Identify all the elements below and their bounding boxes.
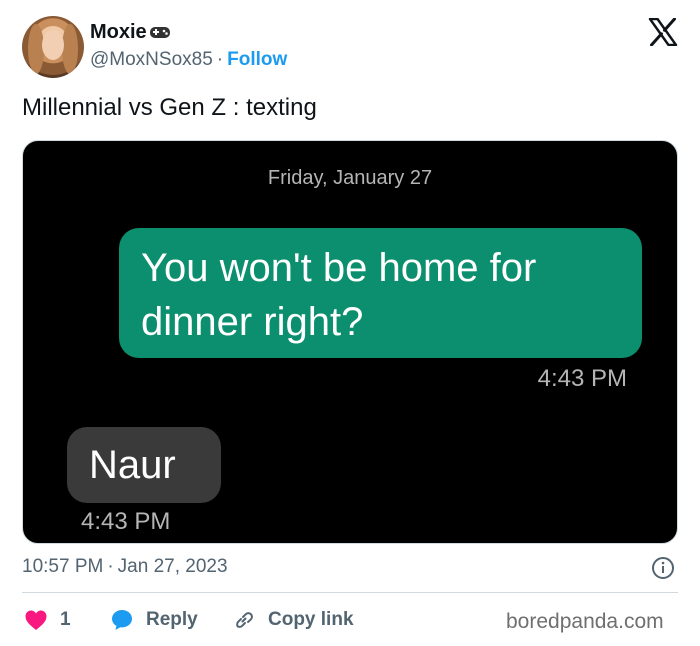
reply-label: Reply xyxy=(146,609,198,630)
like-button[interactable]: 1 xyxy=(24,607,71,633)
author-name[interactable]: Moxie xyxy=(90,21,147,43)
message-date-header: Friday, January 27 xyxy=(267,167,433,189)
incoming-message-bubble: Naur xyxy=(67,427,221,503)
follow-button[interactable]: Follow xyxy=(227,49,287,70)
watermark: boredpanda.com xyxy=(506,610,664,633)
tweet-media[interactable]: Friday, January 27 You won't be home for… xyxy=(22,140,678,544)
tweet-text: Millennial vs Gen Z : texting xyxy=(22,94,317,121)
author-name-row[interactable]: Moxie xyxy=(90,21,171,46)
copy-link-button[interactable]: Copy link xyxy=(232,607,354,633)
tweet-date: Jan 27, 2023 xyxy=(117,556,228,577)
avatar-hair-right xyxy=(62,24,78,74)
link-icon xyxy=(236,612,253,628)
avatar-face xyxy=(42,30,64,60)
reply-bubble-icon xyxy=(112,610,132,630)
outgoing-message-bubble: You won't be home for dinner right? xyxy=(119,228,642,358)
outgoing-message-time: 4:43 PM xyxy=(537,365,627,392)
author-handle-row: @MoxNSox85 · Follow xyxy=(90,49,287,71)
avatar[interactable] xyxy=(22,16,84,78)
info-icon[interactable] xyxy=(651,556,675,580)
like-count: 1 xyxy=(60,609,71,630)
meta-separator: · xyxy=(107,556,114,577)
gamepad-icon xyxy=(149,23,171,46)
tweet-time: 10:57 PM xyxy=(22,556,104,577)
divider xyxy=(22,592,678,593)
separator-dot: · xyxy=(216,49,224,70)
tweet-timestamp[interactable]: 10:57 PM · Jan 27, 2023 xyxy=(22,556,228,578)
author-handle[interactable]: @MoxNSox85 xyxy=(90,49,213,70)
x-logo-icon[interactable] xyxy=(648,17,678,47)
heart-icon xyxy=(25,610,47,630)
reply-button[interactable]: Reply xyxy=(110,607,198,633)
copy-link-label: Copy link xyxy=(268,609,354,630)
incoming-message-time: 4:43 PM xyxy=(81,508,171,535)
